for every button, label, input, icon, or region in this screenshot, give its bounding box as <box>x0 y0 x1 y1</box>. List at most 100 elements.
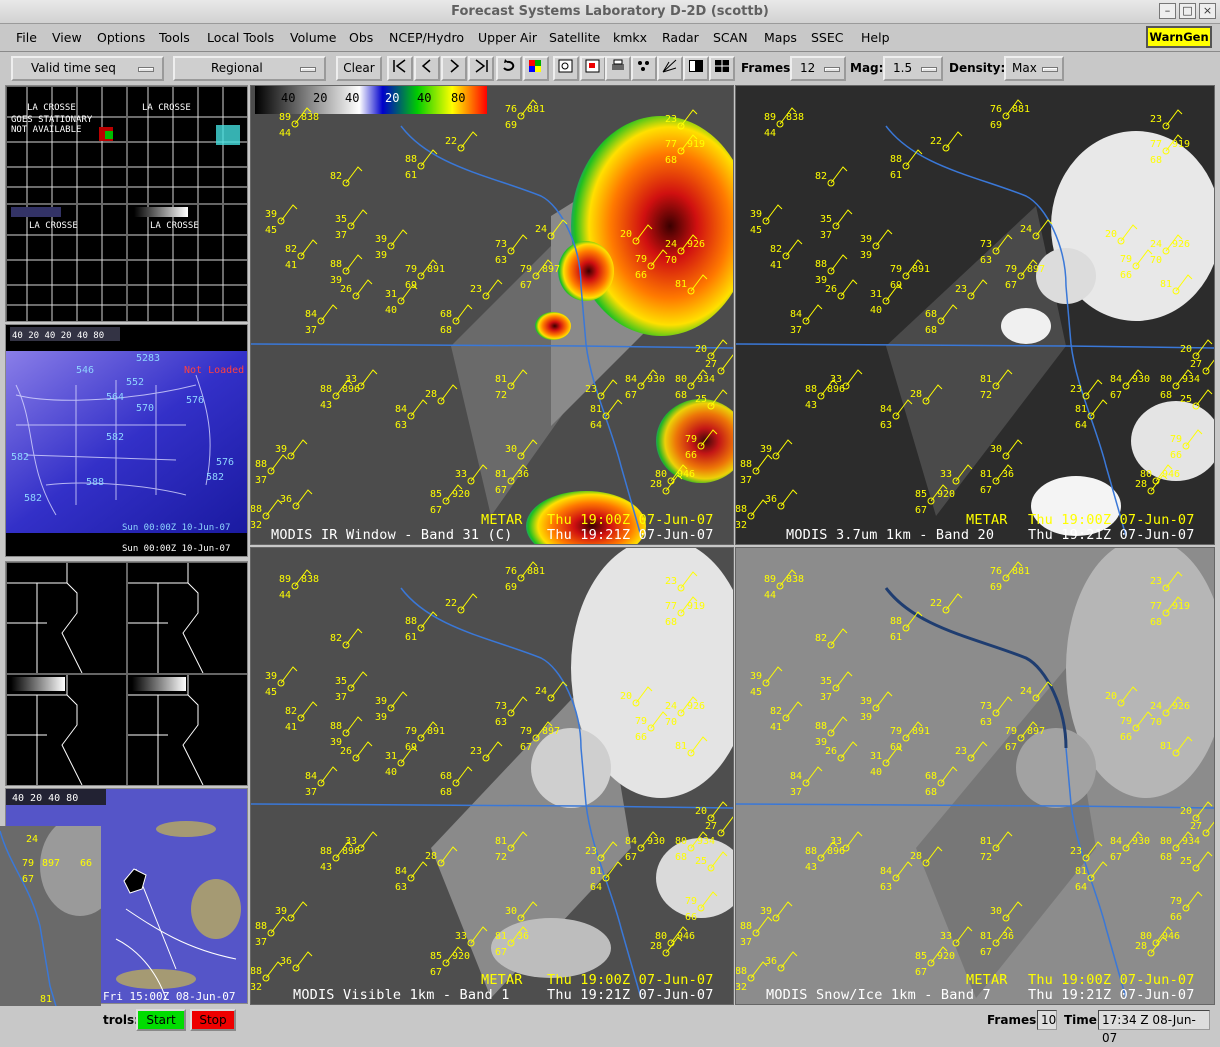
station-pressure: 891 <box>427 726 445 737</box>
station-temperature: 81 <box>495 931 507 942</box>
menu-ssec[interactable]: SSEC <box>811 30 844 45</box>
menu-upper-air[interactable]: Upper Air <box>478 30 537 45</box>
last-frame-icon <box>475 59 488 73</box>
station-temperature: 26 <box>340 746 352 757</box>
station-plot: 79 69 891 <box>890 259 930 291</box>
station-temperature: 79 <box>890 726 902 737</box>
maximize-button[interactable]: □ <box>1179 3 1196 19</box>
station-plot: 76 69 881 <box>505 99 545 131</box>
scale-dropdown[interactable]: Regional <box>173 56 326 81</box>
wind-barb-icon <box>780 951 798 969</box>
print-button[interactable] <box>605 56 631 81</box>
menu-satellite[interactable]: Satellite <box>549 30 600 45</box>
points-button[interactable] <box>631 56 657 81</box>
menu-options[interactable]: Options <box>97 30 145 45</box>
close-button[interactable]: × <box>1199 3 1216 19</box>
menu-radar[interactable]: Radar <box>662 30 699 45</box>
next-frame-button[interactable] <box>441 56 467 81</box>
menu-local-tools[interactable]: Local Tools <box>207 30 274 45</box>
thumbnail-upper-air[interactable]: 5283 546 552 564 570 576 582 582 576 582… <box>5 324 248 557</box>
station-temperature: 88 <box>405 616 417 627</box>
station-plot: 3537 <box>820 209 853 241</box>
thumbnail-cell[interactable]: LA CROSSE <box>128 205 247 321</box>
menu-view[interactable]: View <box>52 30 82 45</box>
station-dewpoint: 44 <box>764 590 776 601</box>
station-temperature: 28 <box>910 851 922 862</box>
baselines-button[interactable] <box>657 56 683 81</box>
stop-button[interactable]: Stop <box>190 1009 236 1031</box>
layout-single-button[interactable] <box>683 56 709 81</box>
warngen-button[interactable]: WarnGen <box>1146 26 1212 48</box>
station-temperature: 84 <box>880 404 892 415</box>
station-temperature: 81 <box>675 279 687 290</box>
station-dewpoint: 67 <box>1110 390 1122 401</box>
station-dewpoint: 37 <box>740 475 752 486</box>
station-pressure: 926 <box>687 239 705 250</box>
menu-kmkx[interactable]: kmkx <box>613 30 647 45</box>
station-temperature: 88 <box>330 721 342 732</box>
thumbnail-cell[interactable] <box>7 563 126 673</box>
thumbnail-cell[interactable]: LA CROSSE GOES STATIONARY NOT AVAILABLE <box>7 87 126 203</box>
image-properties-button[interactable] <box>523 56 549 81</box>
panel-snow-ice[interactable]: 89 44 838 88 61 22 82 76 69 881 39 45 35 37 82 41 39 39 88… <box>735 547 1215 1005</box>
menu-ncep-hydro[interactable]: NCEP/Hydro <box>389 30 464 45</box>
station-plot: 27 <box>705 816 733 837</box>
panel-visible[interactable]: 89 44 838 88 61 22 82 76 69 881 39 45 35 37 82 41 39 39 88… <box>250 547 734 1005</box>
station-dewpoint: 37 <box>790 325 802 336</box>
station-temperature: 23 <box>470 284 482 295</box>
wind-barb-icon <box>1195 851 1213 869</box>
clear-button[interactable]: Clear <box>336 56 382 81</box>
menu-file[interactable]: File <box>16 30 37 45</box>
loop-button[interactable] <box>496 56 522 81</box>
menu-volume[interactable]: Volume <box>290 30 337 45</box>
scale-tick: 40 <box>345 91 359 105</box>
station-plot: 20 <box>1180 339 1213 360</box>
menu-tools[interactable]: Tools <box>159 30 190 45</box>
wind-barb-icon <box>830 628 848 646</box>
zoom-button[interactable] <box>553 56 579 81</box>
station-plot: 89 44 838 <box>764 569 804 601</box>
menu-help[interactable]: Help <box>861 30 890 45</box>
station-plot: 20 <box>695 801 728 822</box>
menu-obs[interactable]: Obs <box>349 30 373 45</box>
first-frame-button[interactable] <box>387 56 413 81</box>
start-button[interactable]: Start <box>136 1009 186 1031</box>
frames-dropdown[interactable]: 12 <box>790 56 846 81</box>
time-mode-dropdown[interactable]: Valid time seq <box>11 56 164 81</box>
wind-barb-icon <box>300 701 318 719</box>
thumbnail-regional-4up[interactable] <box>5 561 248 786</box>
thumbnail-cell[interactable] <box>128 675 247 785</box>
station-dewpoint: 37 <box>305 787 317 798</box>
last-frame-button[interactable] <box>468 56 494 81</box>
station-plot: 30 <box>990 439 1023 460</box>
upper-air-time: Sun 00:00Z 10-Jun-07 <box>122 523 230 533</box>
layout-four-button[interactable] <box>709 56 735 81</box>
station-dewpoint: 68 <box>675 390 687 401</box>
menu-maps[interactable]: Maps <box>764 30 797 45</box>
thumbnail-cell[interactable] <box>128 563 247 673</box>
station-temperature: 82 <box>330 171 342 182</box>
density-dropdown[interactable]: Max <box>1004 56 1064 81</box>
dropdown-arrow-icon <box>1042 67 1058 72</box>
station-temperature: 81 <box>590 866 602 877</box>
minimize-button[interactable]: – <box>1159 3 1176 19</box>
station-temperature: 25 <box>695 394 707 405</box>
mag-dropdown[interactable]: 1.5 <box>883 56 943 81</box>
panel-ir-window[interactable]: 40 20 40 20 40 80 89 44 838 88 61 22 82 76 69 881… <box>250 85 734 545</box>
station-plot: 36 <box>765 951 798 972</box>
prev-frame-button[interactable] <box>414 56 440 81</box>
station-plot: 36 <box>280 951 313 972</box>
station-plot: 8241 <box>285 239 318 271</box>
menu-scan[interactable]: SCAN <box>713 30 748 45</box>
station-pressure: 897 <box>542 264 560 275</box>
panel-3-7um[interactable]: 89 44 838 88 61 22 82 76 69 881 39 45 35 37 82 41 39 39 88… <box>735 85 1215 545</box>
pan-button[interactable] <box>580 56 606 81</box>
thumbnail-cell[interactable]: LA CROSSE <box>7 205 126 321</box>
station-plot: 89 44 838 <box>764 107 804 139</box>
station-value: 79 <box>22 858 34 869</box>
thumbnail-cell[interactable] <box>7 675 126 785</box>
station-plot: 79 69 891 <box>405 259 445 291</box>
thumbnail-cell[interactable]: LA CROSSE <box>128 87 247 203</box>
wind-barb-icon <box>355 741 373 759</box>
thumbnail-local-4up[interactable]: LA CROSSE GOES STATIONARY NOT AVAILABLE … <box>5 85 248 322</box>
